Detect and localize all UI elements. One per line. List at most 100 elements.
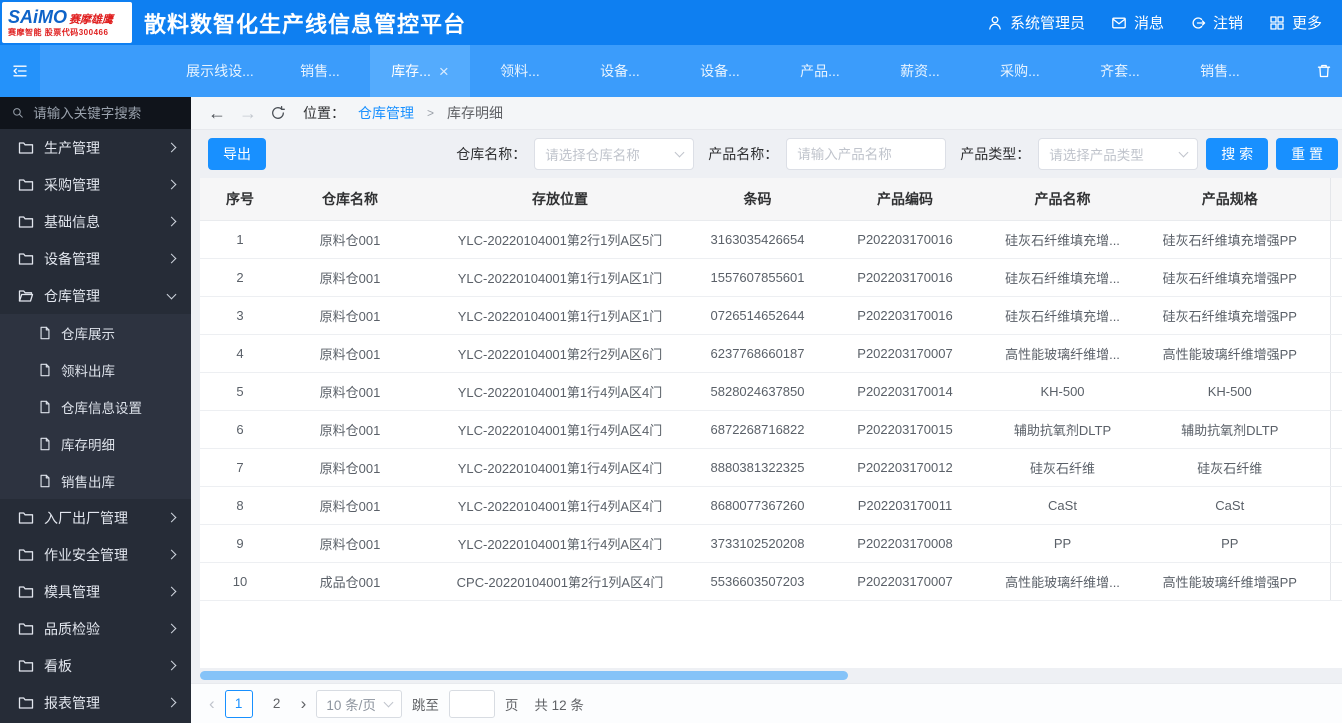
filter-toolbar: 导出 仓库名称： 请选择仓库名称 产品名称： 产品类型： 请选择产品类型 搜 索 (191, 130, 1342, 178)
tab-3[interactable]: 领料... (470, 45, 570, 97)
sidebar-item-7[interactable]: 模具管理 (0, 573, 191, 610)
table-cell-extra (1329, 562, 1342, 601)
chevron-right-icon (166, 512, 177, 523)
sidebar-item-9[interactable]: 看板 (0, 647, 191, 684)
table-row: 10 成品仓001 CPC-20220104001第2行1列A区4门 55366035… (200, 562, 1342, 601)
refresh-button[interactable] (270, 105, 286, 121)
chevron-right-icon (166, 549, 177, 560)
tab-8[interactable]: 采购... (970, 45, 1070, 97)
table-cell-extra (1329, 220, 1342, 259)
table-cell: 原料仓001 (280, 448, 420, 487)
chevron-down-icon (674, 147, 685, 158)
sidebar-item-label: 基础信息 (44, 213, 100, 230)
sidebar-subitem-0[interactable]: 仓库展示 (0, 314, 191, 351)
tab-label: 产品... (800, 63, 840, 79)
prev-page-button[interactable]: ‹ (209, 695, 215, 712)
tab-5[interactable]: 设备... (670, 45, 770, 97)
sidebar-item-8[interactable]: 品质检验 (0, 610, 191, 647)
sidebar-subitem-1[interactable]: 领料出库 (0, 351, 191, 388)
tab-2[interactable]: 库存... × (370, 45, 470, 97)
sidebar-search-input[interactable] (33, 105, 179, 121)
forward-button[interactable]: → (239, 104, 257, 122)
table-cell: 6 (200, 410, 280, 449)
messages-button[interactable]: 消息 (1111, 12, 1164, 33)
table-cell: 高性能玻璃纤维增强PP (1130, 334, 1330, 373)
folder-icon (18, 215, 34, 228)
product-type-select[interactable]: 请选择产品类型 (1038, 138, 1199, 170)
next-page-button[interactable]: › (301, 695, 307, 712)
tab-1[interactable]: 销售... (270, 45, 370, 97)
logout-button[interactable]: 注销 (1190, 12, 1243, 33)
close-all-tabs-button[interactable] (1316, 45, 1332, 97)
sidebar-collapse-button[interactable] (0, 45, 40, 97)
sidebar-item-label: 品质检验 (44, 620, 100, 637)
table-cell: P202203170016 (815, 220, 995, 259)
user-menu[interactable]: 系统管理员 (987, 12, 1085, 33)
jump-page-input[interactable] (448, 689, 495, 718)
sidebar-submenu: 仓库展示 领料出库 仓库信息设置 库存明细 销售出库 (0, 314, 191, 499)
sidebar-item-label: 模具管理 (44, 583, 100, 600)
horizontal-scrollbar-thumb[interactable] (200, 671, 848, 680)
sidebar-subitem-4[interactable]: 销售出库 (0, 462, 191, 499)
tab-bar: 展示线设... 销售... 库存... × 领料... 设备... 设备... 产品... 薪资… (0, 45, 1342, 97)
page-size-select[interactable]: 10 条/页 (316, 689, 402, 718)
tab-10[interactable]: 销售... (1170, 45, 1270, 97)
chevron-right-icon (166, 216, 177, 227)
tab-label: 薪资... (900, 63, 940, 79)
sidebar-item-5[interactable]: 入厂出厂管理 (0, 499, 191, 536)
sidebar-item-label: 看板 (44, 657, 72, 674)
tab-0[interactable]: 展示线设... (170, 45, 270, 97)
table-cell: YLC-20220104001第1行4列A区4门 (420, 486, 700, 525)
reset-button[interactable]: 重 置 (1276, 138, 1338, 170)
warehouse-select[interactable]: 请选择仓库名称 (534, 138, 695, 170)
tab-4[interactable]: 设备... (570, 45, 670, 97)
sidebar-item-0[interactable]: 生产管理 (0, 129, 191, 166)
table-row: 9 原料仓001 YLC-20220104001第1行4列A区4门 373310252… (200, 524, 1342, 563)
sidebar-item-6[interactable]: 作业安全管理 (0, 536, 191, 573)
sidebar-subitem-2[interactable]: 仓库信息设置 (0, 388, 191, 425)
table-cell: 3 (200, 296, 280, 335)
sidebar-item-4[interactable]: 仓库管理 (0, 277, 191, 314)
sidebar-item-3[interactable]: 设备管理 (0, 240, 191, 277)
folder-icon (18, 178, 34, 191)
sidebar-item-1[interactable]: 采购管理 (0, 166, 191, 203)
brand-subtitle: 赛摩智能 股票代码300466 (8, 28, 109, 37)
table-header-row: 序号 仓库名称 存放位置 条码 产品编码 产品名称 产品规格 (200, 178, 1342, 221)
tab-label: 库存... (391, 63, 431, 79)
table-cell: 5536603507203 (700, 562, 815, 601)
back-button[interactable]: ← (208, 104, 226, 122)
page-button-1[interactable]: 1 (224, 689, 253, 718)
export-button[interactable]: 导出 (208, 138, 266, 170)
table-cell: P202203170011 (815, 486, 995, 525)
tab-7[interactable]: 薪资... (870, 45, 970, 97)
folder-icon (18, 622, 34, 635)
table-cell: PP (1130, 524, 1330, 563)
table-cell: 3733102520208 (700, 524, 815, 563)
tab-close-icon[interactable]: × (439, 63, 449, 80)
chevron-right-icon (166, 623, 177, 634)
search-button[interactable]: 搜 索 (1206, 138, 1269, 170)
document-icon (40, 363, 50, 376)
more-button[interactable]: 更多 (1269, 12, 1322, 33)
header-actions: 系统管理员 消息 注销 更多 (987, 12, 1322, 33)
breadcrumb-parent[interactable]: 仓库管理 (358, 103, 414, 123)
messages-label: 消息 (1133, 15, 1164, 32)
sidebar-subitem-3[interactable]: 库存明细 (0, 425, 191, 462)
chevron-right-icon (166, 697, 177, 708)
chevron-right-icon (166, 660, 177, 671)
product-name-input[interactable] (786, 138, 947, 170)
sidebar-item-2[interactable]: 基础信息 (0, 203, 191, 240)
document-icon (40, 437, 50, 450)
column-header-0: 序号 (200, 178, 280, 221)
page-button-2[interactable]: 2 (263, 690, 291, 718)
table-row: 8 原料仓001 YLC-20220104001第1行4列A区4门 868007736… (200, 486, 1342, 525)
column-header-2: 存放位置 (420, 178, 700, 221)
table-cell: YLC-20220104001第2行2列A区6门 (420, 334, 700, 373)
table-cell: 硅灰石纤维填充增... (995, 258, 1130, 297)
sidebar-item-10[interactable]: 报表管理 (0, 684, 191, 721)
table-cell: P202203170008 (815, 524, 995, 563)
tab-9[interactable]: 齐套... (1070, 45, 1170, 97)
table-cell: P202203170007 (815, 562, 995, 601)
tab-6[interactable]: 产品... (770, 45, 870, 97)
sidebar-item-label: 设备管理 (44, 250, 100, 267)
